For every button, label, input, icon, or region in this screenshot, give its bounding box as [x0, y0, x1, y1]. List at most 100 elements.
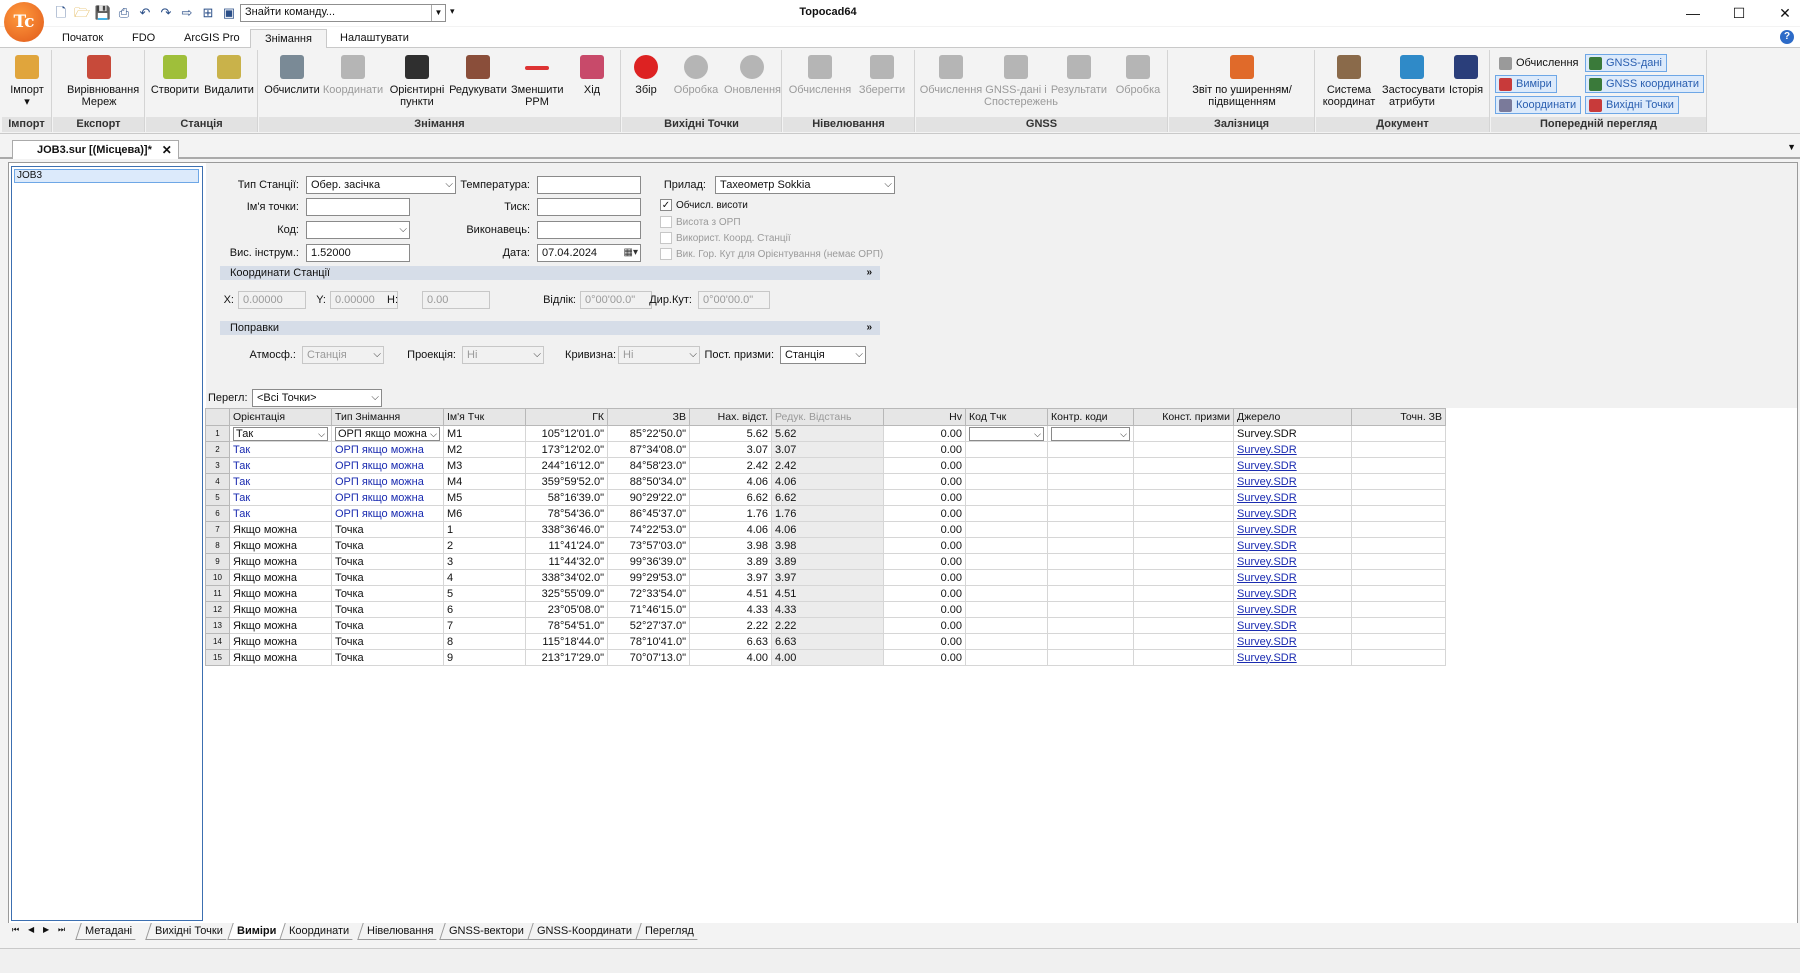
point-code-cell[interactable]: ⌵: [965, 425, 1048, 442]
orientation-cell[interactable]: Так: [229, 441, 332, 458]
control-codes-cell[interactable]: [1047, 457, 1134, 474]
source-link[interactable]: Survey.SDR: [1237, 588, 1297, 600]
reduced-distance-cell[interactable]: 6.63: [771, 633, 884, 650]
reduced-distance-cell[interactable]: 2.42: [771, 457, 884, 474]
adjust-network-button[interactable]: Вирівнювання Мереж: [57, 52, 141, 108]
slope-distance-cell[interactable]: 4.00: [689, 649, 772, 666]
point-code-cell[interactable]: [965, 585, 1048, 602]
source-cell[interactable]: Survey.SDR: [1233, 537, 1352, 554]
use-hz-angle-checkbox[interactable]: Вик. Гор. Кут для Орієнтування (немає ОР…: [660, 248, 883, 261]
atmos-select[interactable]: Станція ⌵: [302, 346, 384, 364]
v-angle-cell[interactable]: 87°34'08.0": [607, 441, 690, 458]
prism-constant-cell[interactable]: [1133, 473, 1234, 490]
table-row[interactable]: 3 Так ОРП якщо можна M3 244°16'12.0" 84°58'23…: [205, 457, 1446, 474]
slope-distance-cell[interactable]: 2.42: [689, 457, 772, 474]
hz-angle-cell[interactable]: 173°12'02.0": [525, 441, 608, 458]
help-icon[interactable]: ?: [1780, 30, 1794, 44]
col-orientation[interactable]: Орієнтація: [229, 408, 332, 426]
table-row[interactable]: 2 Так ОРП якщо можна M2 173°12'02.0" 87°34'08…: [205, 441, 1446, 458]
tab-home[interactable]: Початок: [48, 29, 117, 48]
sheet-tab-coordinates[interactable]: Координати: [279, 923, 358, 940]
coord-system-button[interactable]: Система координат: [1318, 52, 1380, 108]
table-row[interactable]: 5 Так ОРП якщо можна M5 58°16'39.0" 90°29'22.…: [205, 489, 1446, 506]
point-code-cell[interactable]: [965, 601, 1048, 618]
source-link[interactable]: Survey.SDR: [1237, 604, 1297, 616]
source-link[interactable]: Survey.SDR: [1237, 620, 1297, 632]
delete-station-button[interactable]: Видалити: [202, 52, 256, 96]
hz-angle-cell[interactable]: 338°34'02.0": [525, 569, 608, 586]
preview-gnss-coords-button[interactable]: GNSS координати: [1585, 75, 1704, 93]
point-code-cell[interactable]: [965, 489, 1048, 506]
point-name-cell[interactable]: 9: [443, 649, 526, 666]
chevron-down-icon[interactable]: ⌵: [1034, 428, 1041, 440]
survey-type-cell[interactable]: Точка: [331, 521, 444, 538]
prism-constant-cell[interactable]: [1133, 489, 1234, 506]
v-accuracy-cell[interactable]: [1351, 473, 1446, 490]
process-button[interactable]: Обробка: [668, 52, 724, 96]
preview-measurements-button[interactable]: Виміри: [1495, 75, 1557, 93]
operator-field[interactable]: [537, 221, 641, 239]
col-reduced-distance[interactable]: Редук. Відстань: [771, 408, 884, 426]
collect-button[interactable]: Збір: [624, 52, 668, 96]
table-row[interactable]: 13 Якщо можна Точка 7 78°54'51.0" 52°27'37.0"…: [205, 617, 1446, 634]
prism-select[interactable]: Станція ⌵: [780, 346, 866, 364]
reduced-distance-cell[interactable]: 4.06: [771, 521, 884, 538]
orientation-cell[interactable]: Якщо можна: [229, 633, 332, 650]
source-link[interactable]: Survey.SDR: [1237, 460, 1297, 472]
slope-distance-cell[interactable]: 2.22: [689, 617, 772, 634]
h-field[interactable]: 0.00: [422, 291, 490, 309]
use-station-coords-checkbox[interactable]: Використ. Коорд. Станції: [660, 232, 791, 245]
hz-angle-cell[interactable]: 58°16'39.0": [525, 489, 608, 506]
instr-height-field[interactable]: 1.52000: [306, 244, 410, 262]
code-select[interactable]: ⌵: [306, 221, 410, 239]
table-row[interactable]: 10 Якщо можна Точка 4 338°34'02.0" 99°29'53.0…: [205, 569, 1446, 586]
source-cell[interactable]: Survey.SDR: [1233, 553, 1352, 570]
prism-constant-cell[interactable]: [1133, 537, 1234, 554]
tab-menu-icon[interactable]: ▼: [1787, 142, 1796, 152]
hv-cell[interactable]: 0.00: [883, 649, 966, 666]
reduced-distance-cell[interactable]: 4.06: [771, 473, 884, 490]
source-link[interactable]: Survey.SDR: [1237, 444, 1297, 456]
control-codes-cell[interactable]: [1047, 553, 1134, 570]
point-code-cell[interactable]: [965, 505, 1048, 522]
reduced-distance-cell[interactable]: 4.33: [771, 601, 884, 618]
preview-calc-button[interactable]: Обчислення: [1495, 54, 1584, 72]
corrections-header[interactable]: Поправки »: [220, 321, 880, 335]
hz-angle-cell[interactable]: 11°44'32.0": [525, 553, 608, 570]
v-angle-cell[interactable]: 78°10'41.0": [607, 633, 690, 650]
control-codes-cell[interactable]: [1047, 633, 1134, 650]
table-row[interactable]: 15 Якщо можна Точка 9 213°17'29.0" 70°07'13.0…: [205, 649, 1446, 666]
slope-distance-cell[interactable]: 3.97: [689, 569, 772, 586]
x-field[interactable]: 0.00000: [238, 291, 306, 309]
control-codes-cell[interactable]: [1047, 521, 1134, 538]
sheet-tab-levelling[interactable]: Нівелювання: [357, 923, 443, 940]
close-icon[interactable]: ✕: [162, 141, 172, 160]
survey-type-cell[interactable]: ОРП якщо можна: [331, 473, 444, 490]
hv-cell[interactable]: 0.00: [883, 441, 966, 458]
orientation-cell[interactable]: Якщо можна: [229, 601, 332, 618]
hz-angle-cell[interactable]: 11°41'24.0": [525, 537, 608, 554]
first-sheet-icon[interactable]: ⏮: [12, 925, 19, 935]
sheet-tab-gnss-coordinates[interactable]: GNSS-Координати: [527, 923, 641, 940]
source-link[interactable]: Survey.SDR: [1237, 652, 1297, 664]
slope-distance-cell[interactable]: 3.98: [689, 537, 772, 554]
calculate-button[interactable]: Обчислити: [263, 52, 321, 96]
calendar-icon[interactable]: ▦▾: [624, 246, 638, 260]
table-row[interactable]: 12 Якщо можна Точка 6 23°05'08.0" 71°46'15.0"…: [205, 601, 1446, 618]
source-cell[interactable]: Survey.SDR: [1233, 489, 1352, 506]
reduced-distance-cell[interactable]: 4.00: [771, 649, 884, 666]
v-angle-cell[interactable]: 90°29'22.0": [607, 489, 690, 506]
v-accuracy-cell[interactable]: [1351, 521, 1446, 538]
station-type-select[interactable]: Обер. засічка ⌵: [306, 176, 456, 194]
survey-type-cell[interactable]: ОРП якщо можна: [331, 505, 444, 522]
reduced-distance-cell[interactable]: 3.07: [771, 441, 884, 458]
v-accuracy-cell[interactable]: [1351, 585, 1446, 602]
hv-cell[interactable]: 0.00: [883, 489, 966, 506]
point-name-cell[interactable]: 5: [443, 585, 526, 602]
col-hz-angle[interactable]: ГК: [525, 408, 608, 426]
hz-angle-cell[interactable]: 244°16'12.0": [525, 457, 608, 474]
hz-angle-cell[interactable]: 338°36'46.0": [525, 521, 608, 538]
hz-angle-cell[interactable]: 105°12'01.0": [525, 425, 608, 442]
point-code-cell[interactable]: [965, 441, 1048, 458]
source-link[interactable]: Survey.SDR: [1237, 524, 1297, 536]
